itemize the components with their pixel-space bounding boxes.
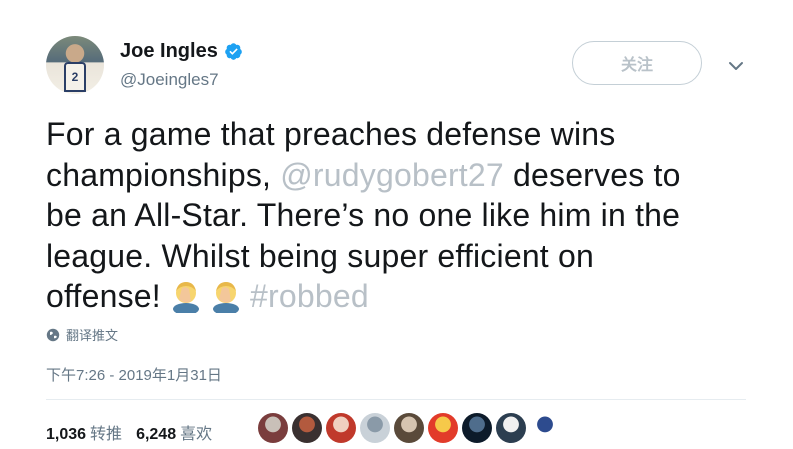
tweet-line: offense! #robbed	[46, 276, 766, 317]
translate-tweet-link[interactable]: 翻译推文	[46, 325, 118, 344]
liker-avatar[interactable]	[360, 413, 390, 443]
tweet-line: league. Whilst being super efficient on	[46, 237, 594, 274]
avatar-jersey: 2	[64, 62, 86, 92]
liker-avatar[interactable]	[428, 413, 458, 443]
translate-label: 翻译推文	[66, 328, 119, 343]
user-name-row: Joe Ingles	[120, 40, 243, 63]
hashtag-link[interactable]: #robbed	[250, 278, 369, 314]
likes-label: 喜欢	[180, 426, 213, 443]
user-handle[interactable]: @Joeingles7	[120, 70, 219, 90]
retweets-label: 转推	[90, 426, 123, 443]
liker-avatars	[258, 413, 560, 443]
retweets-stat[interactable]: 1,036 转推	[46, 420, 122, 444]
display-name[interactable]: Joe Ingles	[120, 40, 218, 63]
retweets-count: 1,036	[46, 426, 87, 443]
user-avatar[interactable]: 2	[46, 36, 104, 94]
liker-avatar[interactable]	[496, 413, 526, 443]
chevron-down-icon[interactable]	[728, 60, 744, 72]
liker-avatar[interactable]	[326, 413, 356, 443]
tweet-line: For a game that preaches defense wins	[46, 116, 616, 152]
tweet-stats: 1,036 转推 6,248 喜欢	[46, 420, 212, 444]
likes-stat[interactable]: 6,248 喜欢	[136, 420, 212, 444]
liker-avatar[interactable]	[530, 413, 560, 443]
facepalm-emoji-icon	[172, 282, 199, 313]
likes-count: 6,248	[136, 426, 177, 443]
liker-avatar[interactable]	[394, 413, 424, 443]
verified-badge-icon	[224, 43, 242, 60]
tweet-text: For a game that preaches defense wins ch…	[46, 114, 766, 317]
tweet-timestamp[interactable]: 下午7:26 - 2019年1月31日	[46, 364, 222, 385]
liker-avatar[interactable]	[292, 413, 322, 443]
tweet-text-segment: deserves to	[503, 156, 681, 193]
tweet-line: championships, @rudygobert27 deserves to	[46, 155, 766, 196]
liker-avatar[interactable]	[258, 413, 288, 443]
liker-avatar[interactable]	[462, 413, 492, 443]
tweet-text-segment: offense!	[46, 278, 170, 314]
globe-icon	[46, 328, 60, 341]
follow-button[interactable]: 关注	[572, 41, 702, 85]
tweet-text-segment: championships,	[46, 156, 281, 193]
tweet-line: be an All-Star. There’s no one like him …	[46, 197, 681, 233]
divider	[46, 399, 746, 400]
mention-link[interactable]: @rudygobert27	[280, 157, 504, 193]
facepalm-emoji-icon	[212, 282, 239, 313]
